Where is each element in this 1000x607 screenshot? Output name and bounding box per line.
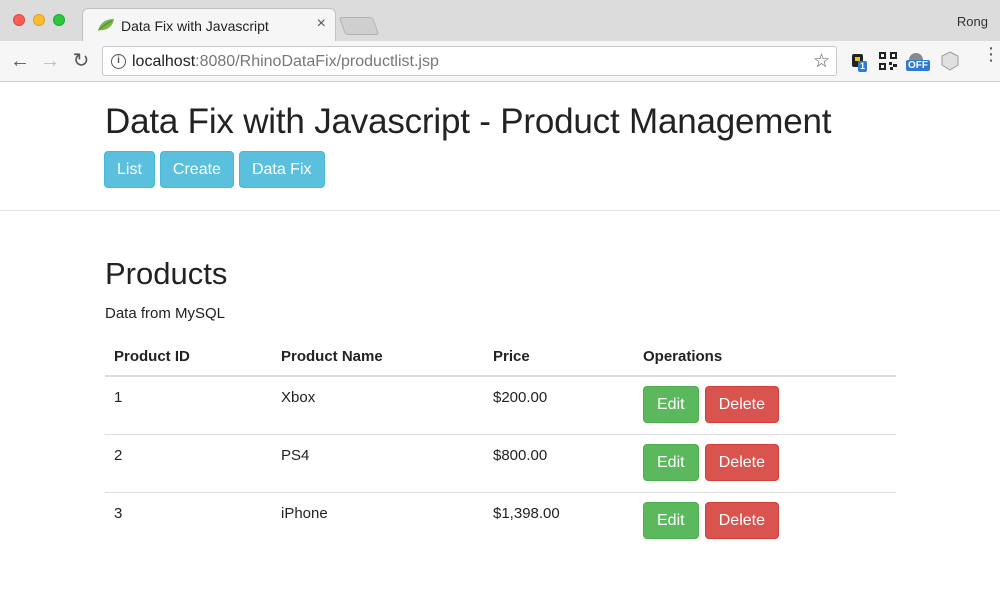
page-content: Data Fix with Javascript - Product Manag… [0, 82, 1000, 607]
browser-tab[interactable]: Data Fix with Javascript × [82, 8, 336, 41]
column-header-id: Product ID [105, 339, 272, 377]
page-header: Data Fix with Javascript - Product Manag… [0, 82, 1000, 211]
table-row: 3 iPhone $1,398.00 Edit Delete [105, 492, 896, 550]
product-name: iPhone [272, 492, 484, 550]
profile-name[interactable]: Rong [957, 14, 988, 29]
info-icon[interactable]: i [111, 54, 126, 69]
extension-badge: 1 [858, 61, 868, 72]
column-header-price: Price [484, 339, 634, 377]
qr-code-icon[interactable] [878, 51, 898, 71]
column-header-name: Product Name [272, 339, 484, 377]
product-price: $1,398.00 [484, 492, 634, 550]
products-subtitle: Data from MySQL [105, 305, 226, 322]
product-id: 3 [105, 492, 272, 550]
edit-button[interactable]: Edit [643, 502, 699, 539]
products-heading: Products [105, 256, 228, 291]
extension-puzzle-icon[interactable]: 1 [850, 51, 870, 72]
product-name: Xbox [281, 389, 316, 406]
edit-button[interactable]: Edit [643, 386, 699, 423]
address-bar[interactable]: i localhost:8080/RhinoDataFix/productlis… [102, 46, 837, 76]
back-arrow-icon[interactable]: ← [9, 50, 31, 72]
tab-close-icon[interactable]: × [317, 15, 326, 32]
browser-titlebar: Data Fix with Javascript × Rong [0, 0, 1000, 41]
main-nav: List Create Data Fix [104, 151, 325, 188]
column-header-operations: Operations [634, 339, 896, 377]
data-fix-button[interactable]: Data Fix [238, 151, 325, 188]
bookmark-star-icon[interactable]: ☆ [813, 50, 830, 73]
reload-icon[interactable]: ↻ [70, 50, 92, 72]
tab-title: Data Fix with Javascript [121, 18, 269, 34]
shield-extension-icon[interactable] [940, 51, 960, 71]
list-button[interactable]: List [104, 151, 155, 188]
product-price: $200.00 [493, 389, 548, 406]
table-row: 1 Xbox $200.00 Edit Delete [105, 376, 896, 435]
spring-leaf-icon [98, 19, 114, 31]
forward-arrow-icon[interactable]: → [39, 50, 61, 72]
page-title: Data Fix with Javascript - Product Manag… [105, 102, 832, 141]
product-operations: Edit Delete [634, 492, 896, 550]
products-section: Products Data from MySQL Product ID Prod… [105, 256, 896, 550]
window-minimize-button[interactable] [33, 14, 45, 26]
product-id: 1 [114, 389, 123, 406]
delete-button[interactable]: Delete [704, 386, 779, 423]
create-button[interactable]: Create [159, 151, 234, 188]
new-tab-button[interactable] [338, 17, 380, 35]
off-badge: OFF [906, 60, 930, 71]
products-table: Product ID Product Name Price Operations… [105, 339, 896, 550]
table-row: 2 PS4 $800.00 Edit Delete [105, 434, 896, 493]
window-close-button[interactable] [13, 14, 25, 26]
product-operations: Edit Delete [634, 434, 896, 493]
browser-menu-icon[interactable]: ⋮ [982, 45, 1000, 63]
delete-button[interactable]: Delete [704, 444, 779, 481]
delete-button[interactable]: Delete [704, 502, 779, 539]
product-name: PS4 [272, 434, 484, 493]
table-header-row: Product ID Product Name Price Operations [105, 339, 896, 377]
browser-toolbar: ← → ↻ i localhost:8080/RhinoDataFix/prod… [0, 41, 1000, 82]
product-id: 2 [105, 434, 272, 493]
product-price: $800.00 [484, 434, 634, 493]
off-toggle-extension-icon[interactable]: OFF [906, 51, 932, 71]
product-operations: Edit Delete [634, 376, 896, 435]
url-text[interactable]: localhost:8080/RhinoDataFix/productlist.… [132, 53, 439, 71]
window-maximize-button[interactable] [53, 14, 65, 26]
edit-button[interactable]: Edit [643, 444, 699, 481]
